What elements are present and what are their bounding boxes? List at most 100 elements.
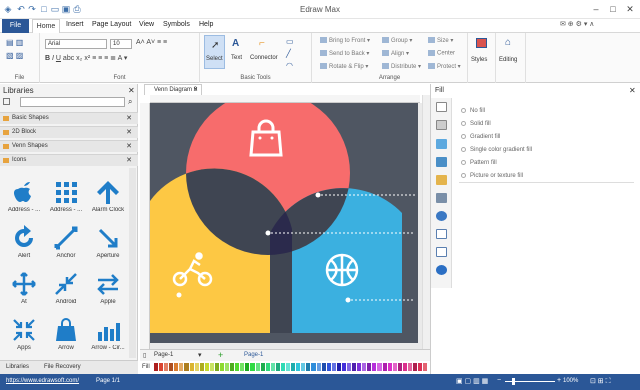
styles-group[interactable]: Styles	[468, 33, 496, 83]
libraries-close-icon[interactable]: ✕	[128, 86, 135, 95]
fill-option-solid[interactable]: Solid fill	[461, 121, 491, 127]
shape-address-1[interactable]: Address - ...	[2, 176, 46, 220]
group-label-arrange: Arrange	[378, 75, 401, 81]
align-button[interactable]: Align ▾	[382, 50, 409, 57]
menu-help[interactable]: Help	[199, 21, 213, 28]
fill-option-gradient[interactable]: Gradient fill	[461, 134, 500, 140]
close-icon[interactable]: ✕	[622, 2, 638, 16]
color-swatch[interactable]	[423, 363, 429, 371]
zoom-out-icon[interactable]: −	[497, 377, 501, 384]
radio-icon	[461, 121, 466, 126]
font-grow-icons[interactable]: A˄ A˅ ≡ ≡	[136, 39, 167, 46]
font-size-select[interactable]: 10	[110, 39, 132, 49]
send-to-back-button[interactable]: Send to Back ▾	[320, 50, 369, 57]
note-icon[interactable]	[436, 229, 447, 239]
section-venn-shapes[interactable]: Venn Shapes ✕	[0, 140, 138, 152]
file-menu-button[interactable]: File	[2, 19, 29, 33]
shape-address-2[interactable]: Address - ...	[44, 176, 88, 220]
fill-option-picture[interactable]: Picture or texture fill	[461, 173, 523, 179]
help-icon[interactable]	[436, 265, 447, 275]
shape-alert[interactable]: Alert	[2, 222, 46, 266]
zoom-slider-thumb[interactable]	[512, 378, 515, 385]
file-open-icon[interactable]: ▤ ▥	[6, 38, 23, 47]
layer-icon[interactable]	[436, 175, 447, 185]
shape-at[interactable]: At	[2, 268, 46, 312]
shape-apps[interactable]: Apps	[2, 314, 46, 358]
center-button[interactable]: Center	[428, 50, 455, 57]
page-nav-icon[interactable]: ▯	[143, 352, 146, 359]
menu-home[interactable]: Home	[32, 19, 60, 33]
shape-anchor[interactable]: Anchor	[44, 222, 88, 266]
line-style-icon[interactable]	[436, 120, 447, 130]
fit-page-icons[interactable]: ⊡ ⊞ ⛶	[590, 377, 611, 386]
font-name-select[interactable]: Arial	[45, 39, 107, 49]
editing-group[interactable]: ⌂ Editing	[496, 33, 526, 83]
section-close-icon[interactable]: ✕	[126, 127, 132, 138]
globe-icon[interactable]	[436, 211, 447, 221]
section-close-icon[interactable]: ✕	[126, 155, 132, 166]
line-icon[interactable]: ╱	[286, 49, 291, 58]
page-tab[interactable]: Page-1	[244, 352, 263, 358]
document-tab[interactable]: Venn Diagram 9 ✕	[144, 84, 202, 95]
canvas-scrollbar-vertical[interactable]	[422, 95, 430, 349]
shape-arrow-circle[interactable]: Arrow - Cir...	[86, 314, 130, 358]
fill-option-pattern[interactable]: Pattern fill	[461, 160, 497, 166]
minimize-icon[interactable]: –	[588, 2, 604, 16]
menu-view[interactable]: View	[139, 21, 154, 28]
shadow-icon[interactable]	[436, 139, 447, 149]
curve-icon[interactable]: ◠	[286, 61, 293, 70]
group-button[interactable]: Group ▾	[382, 37, 412, 44]
rotate-flip-button[interactable]: Rotate & Flip ▾	[320, 63, 368, 70]
rect-icon[interactable]: ▭	[286, 37, 294, 46]
bold-italic-icons[interactable]: B I U abc x₂ x² ≡ ≡ ≡ ≣ A ▾	[45, 54, 127, 62]
protect-button[interactable]: Protect ▾	[428, 63, 461, 70]
distribute-button[interactable]: Distribute ▾	[382, 63, 421, 70]
shape-alarm-clock[interactable]: Alarm Clock	[86, 176, 130, 220]
connector-tool[interactable]: ⌐ Connector	[250, 35, 280, 69]
text-tool[interactable]: A Text	[228, 35, 248, 69]
menu-page-layout[interactable]: Page Layout	[92, 21, 131, 28]
comment-icon[interactable]	[436, 247, 447, 257]
hyperlink-icon[interactable]	[436, 193, 447, 203]
search-icon[interactable]: ⌕	[128, 97, 132, 107]
view-mode-icons[interactable]: ▣ ▢ ▥ ▦	[456, 377, 488, 385]
section-2d-block[interactable]: 2D Block ✕	[0, 126, 138, 138]
color-palette[interactable]: Fill	[140, 361, 430, 373]
shape-arrow[interactable]: Arrow	[44, 314, 88, 358]
section-close-icon[interactable]: ✕	[126, 113, 132, 124]
doc-tab-close-icon[interactable]: ✕	[193, 85, 198, 95]
status-bar: https://www.edrawsoft.com/ Page 1/1 ▣ ▢ …	[0, 374, 640, 390]
fill-panel-close-icon[interactable]: ✕	[629, 86, 636, 95]
library-scrollbar[interactable]	[129, 168, 136, 358]
venn-diagram[interactable]	[150, 103, 422, 349]
section-icons[interactable]: Icons ✕	[0, 154, 138, 166]
color-swatches[interactable]	[154, 363, 429, 371]
shape-aperture[interactable]: Aperture	[86, 222, 130, 266]
image-icon[interactable]	[436, 157, 447, 167]
page-dropdown-icon[interactable]: ▾	[198, 351, 202, 359]
tab-libraries[interactable]: Libraries	[6, 364, 29, 370]
shape-apple[interactable]: Apple	[86, 268, 130, 312]
section-close-icon[interactable]: ✕	[126, 141, 132, 152]
group-label-file: File	[14, 75, 25, 81]
fill-option-single-gradient[interactable]: Single color gradient fill	[461, 147, 532, 153]
maximize-icon[interactable]: □	[605, 2, 621, 16]
menu-symbols[interactable]: Symbols	[163, 21, 190, 28]
menu-insert[interactable]: Insert	[66, 21, 84, 28]
fill-icon[interactable]	[436, 102, 447, 112]
library-menu-icon[interactable]	[3, 98, 10, 105]
section-basic-shapes[interactable]: Basic Shapes ✕	[0, 112, 138, 124]
website-link[interactable]: https://www.edrawsoft.com/	[6, 378, 79, 384]
fill-option-no-fill[interactable]: No fill	[461, 108, 485, 114]
tab-file-recovery[interactable]: File Recovery	[44, 364, 81, 370]
select-tool[interactable]: ➚ Select	[204, 35, 225, 69]
size-button[interactable]: Size ▾	[428, 37, 453, 44]
shape-android[interactable]: Android	[44, 268, 88, 312]
settings-icons[interactable]: ✉ ⊕ ⚙ ▾ ∧	[560, 20, 594, 28]
canvas-area[interactable]	[150, 103, 422, 349]
library-search-input[interactable]	[20, 97, 125, 107]
file-save-icon[interactable]: ▧ ▨	[6, 51, 23, 60]
bring-to-front-button[interactable]: Bring to Front ▾	[320, 37, 370, 44]
add-page-icon[interactable]: +	[218, 350, 223, 360]
zoom-in-icon[interactable]: +	[557, 377, 561, 384]
